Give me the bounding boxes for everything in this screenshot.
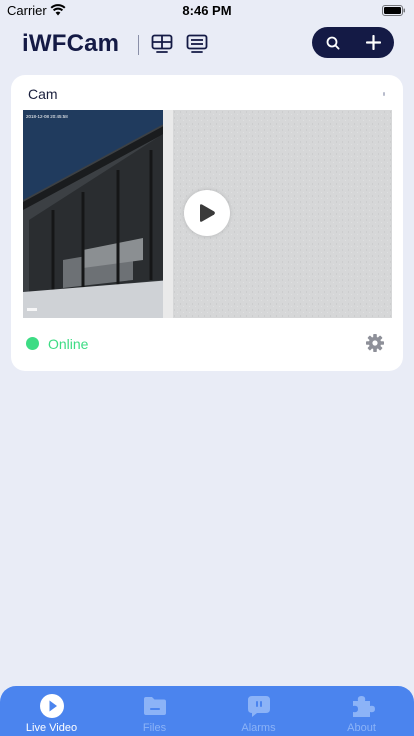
alarm-chat-icon <box>247 696 270 717</box>
puzzle-icon <box>352 696 375 717</box>
add-camera-button[interactable] <box>353 27 393 58</box>
play-icon <box>200 204 215 222</box>
tab-label-alarms: Alarms <box>241 722 276 734</box>
tab-live-video[interactable]: Live Video <box>0 686 103 736</box>
search-button[interactable] <box>313 27 353 58</box>
tab-label-files: Files <box>142 722 167 734</box>
list-view-button[interactable] <box>184 32 210 56</box>
tab-label-about: About <box>347 722 376 734</box>
card-menu-handle <box>383 92 385 96</box>
status-text: Online <box>48 336 89 352</box>
video-preview[interactable]: 2018-12-08 20:45:58 <box>23 110 392 318</box>
folder-icon <box>143 697 166 715</box>
tab-bar: Live Video Files Alarms About <box>0 686 414 736</box>
camera-name: Cam <box>28 86 58 102</box>
tab-alarms[interactable]: Alarms <box>207 686 310 736</box>
gear-icon <box>366 334 384 352</box>
tab-files[interactable]: Files <box>103 686 206 736</box>
thumbnail-timestamp: 2018-12-08 20:45:58 <box>26 114 68 119</box>
status-indicator <box>26 337 39 350</box>
list-view-icon <box>186 34 208 53</box>
camera-card[interactable]: Cam 2018-12-08 20:45:58 Online <box>11 75 403 371</box>
play-button[interactable] <box>184 190 230 236</box>
header-action-pill <box>312 27 394 58</box>
camera-settings-button[interactable] <box>365 333 385 353</box>
battery-icon <box>382 5 405 16</box>
header-divider <box>138 35 139 55</box>
tab-label-live-video: Live Video <box>25 722 78 734</box>
grid-view-icon <box>151 34 173 53</box>
tab-about[interactable]: About <box>310 686 413 736</box>
plus-icon <box>365 35 381 50</box>
play-circle-icon <box>39 694 64 718</box>
app-logo: iWFCam <box>22 30 120 57</box>
status-bar: Carrier 8:46 PM <box>0 0 414 22</box>
app-header: iWFCam <box>0 22 414 70</box>
grid-view-button[interactable] <box>149 32 175 56</box>
clock: 8:46 PM <box>182 3 232 18</box>
search-icon <box>326 36 340 50</box>
